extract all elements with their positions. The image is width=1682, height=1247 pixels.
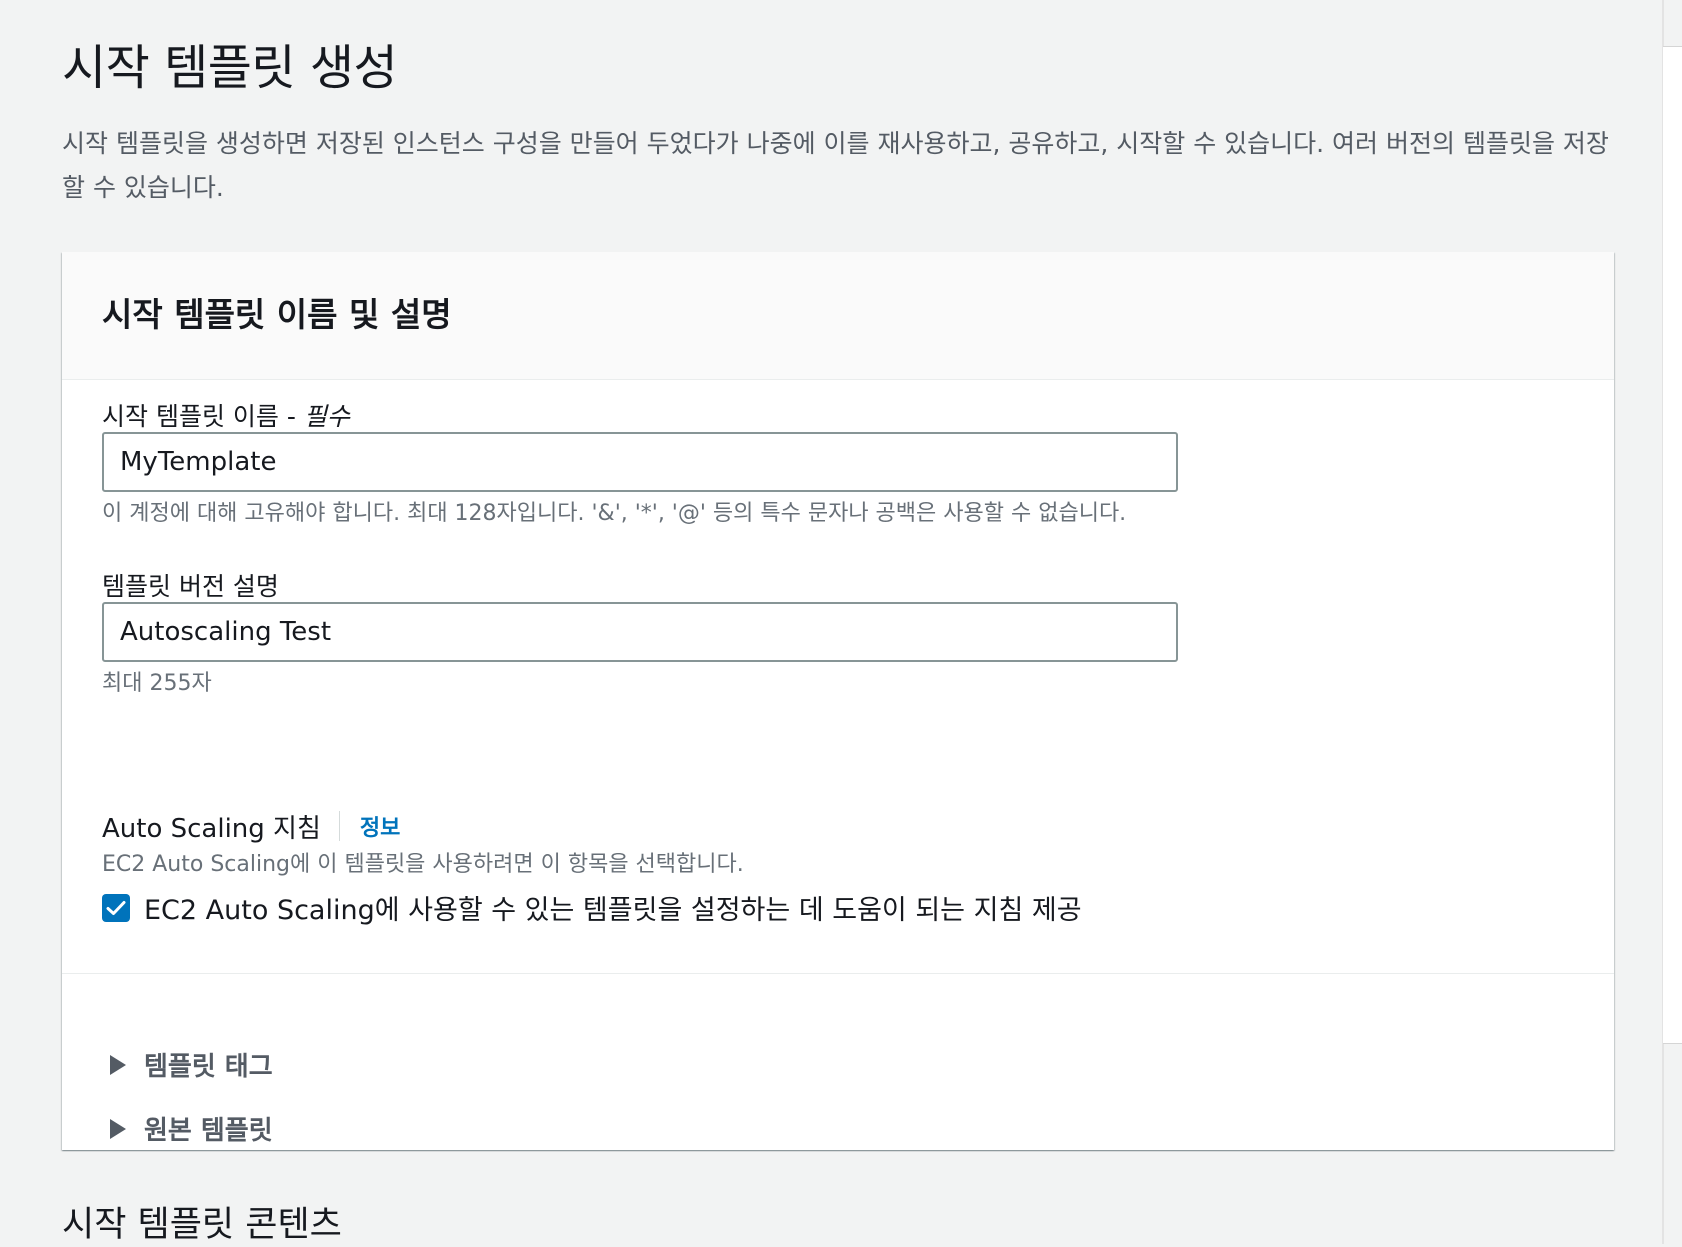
page-description: 시작 템플릿을 생성하면 저장된 인스턴스 구성을 만들어 두었다가 나중에 이… <box>62 129 1609 202</box>
version-description-input[interactable] <box>102 602 1178 662</box>
template-name-label-text: 시작 템플릿 이름 - <box>102 402 304 431</box>
autoscaling-guidance-label-row: Auto Scaling 지침 정보 <box>102 808 400 844</box>
version-description-hint: 최대 255자 <box>102 671 212 696</box>
template-name-label: 시작 템플릿 이름 - 필수 <box>102 400 350 434</box>
expander-source-template-label[interactable]: 원본 템플릿 <box>144 1110 273 1147</box>
checkmark-icon <box>106 900 126 915</box>
panel-header: 시작 템플릿 이름 및 설명 <box>62 252 1614 380</box>
scrollbar[interactable] <box>1662 0 1682 1244</box>
autoscaling-guidance-checkbox[interactable] <box>102 893 130 922</box>
scrollbar-thumb[interactable] <box>1663 46 1682 1044</box>
expander-template-tags-label[interactable]: 템플릿 태그 <box>144 1046 273 1083</box>
autoscaling-guidance-checkbox-row[interactable]: EC2 Auto Scaling에 사용할 수 있는 템플릿을 설정하는 데 도… <box>102 888 1082 927</box>
expander-template-tags[interactable]: 템플릿 태그 <box>110 1046 273 1083</box>
autoscaling-guidance-description: EC2 Auto Scaling에 이 템플릿을 사용하려면 이 항목을 선택합… <box>102 852 744 877</box>
panel-title: 시작 템플릿 이름 및 설명 <box>102 295 452 334</box>
expander-source-template[interactable]: 원본 템플릿 <box>110 1110 273 1147</box>
required-label: 필수 <box>303 402 350 431</box>
page-title: 시작 템플릿 생성 <box>62 40 398 96</box>
template-name-panel: 시작 템플릿 이름 및 설명 시작 템플릿 이름 - 필수 이 계정에 대해 고… <box>62 252 1614 1150</box>
panel-divider <box>62 973 1614 974</box>
caret-right-icon <box>110 1054 126 1075</box>
template-name-input[interactable] <box>102 432 1178 492</box>
caret-right-icon <box>110 1118 126 1139</box>
autoscaling-guidance-checkbox-label[interactable]: EC2 Auto Scaling에 사용할 수 있는 템플릿을 설정하는 데 도… <box>144 888 1082 927</box>
launch-template-contents-title: 시작 템플릿 콘텐츠 <box>62 1205 342 1245</box>
template-name-hint: 이 계정에 대해 고유해야 합니다. 최대 128자입니다. '&', '*',… <box>102 501 1127 526</box>
label-divider <box>338 811 340 841</box>
info-link[interactable]: 정보 <box>360 810 400 842</box>
version-description-label: 템플릿 버전 설명 <box>102 572 279 601</box>
autoscaling-guidance-label: Auto Scaling 지침 <box>102 813 321 844</box>
